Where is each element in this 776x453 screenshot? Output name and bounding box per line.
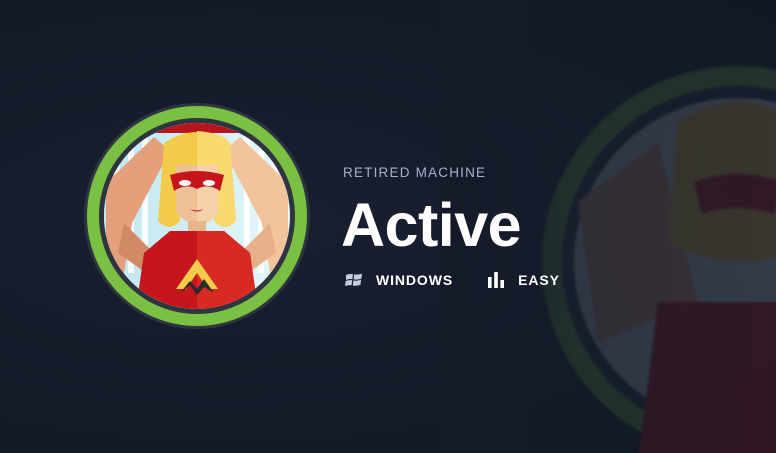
difficulty-bars-icon — [488, 272, 505, 288]
os-tag: WINDOWS — [345, 271, 453, 289]
difficulty-label: EASY — [518, 272, 560, 288]
machine-status-label: RETIRED MACHINE — [343, 165, 487, 180]
machine-avatar-icon — [84, 103, 310, 329]
machine-card: RETIRED MACHINE Active WINDOWS EASY — [0, 0, 776, 453]
windows-icon — [345, 273, 362, 286]
machine-name: Active — [341, 191, 522, 259]
machine-meta: WINDOWS EASY — [345, 268, 560, 292]
difficulty-tag: EASY — [487, 271, 560, 289]
os-label: WINDOWS — [376, 272, 454, 288]
